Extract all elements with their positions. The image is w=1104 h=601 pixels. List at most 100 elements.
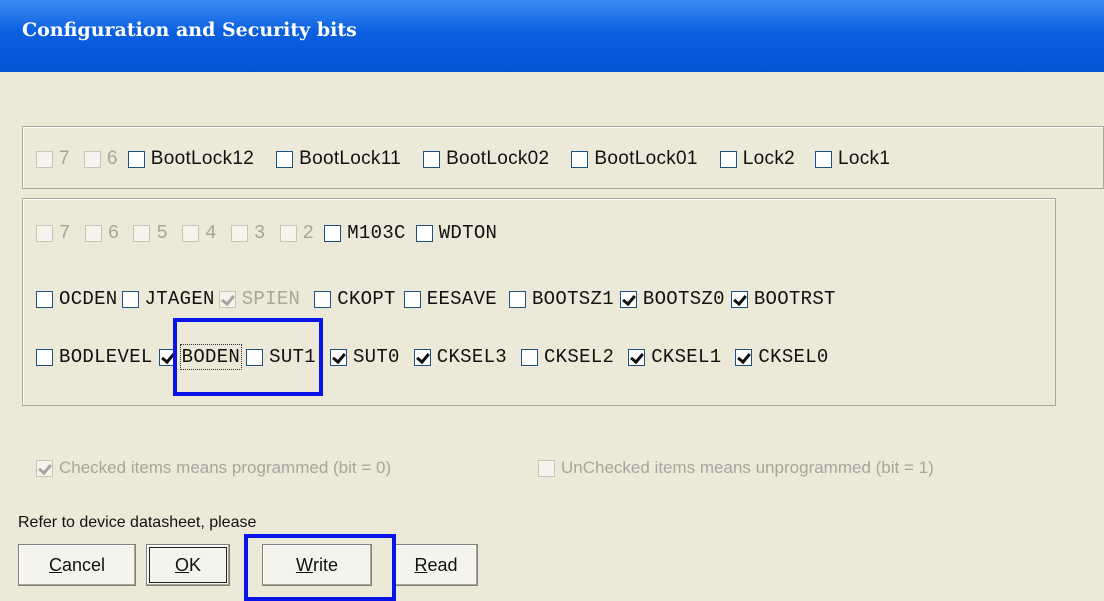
- lock-bootlock11-bit[interactable]: BootLock11: [276, 148, 401, 170]
- lock-lock1-bit[interactable]: Lock1: [814, 148, 890, 170]
- fuse-cksel1-checkbox[interactable]: [628, 348, 646, 366]
- lock-lock2-label: Lock2: [742, 148, 795, 169]
- fuse-eesave-checkbox[interactable]: [403, 290, 421, 308]
- fuse-sut1-checkbox[interactable]: [246, 348, 264, 366]
- fuse-spien-checkbox: [218, 290, 236, 308]
- fuse-4-label: 4: [205, 222, 217, 244]
- lock-7-checkbox: [36, 150, 53, 168]
- fuse-7-label: 7: [59, 222, 71, 244]
- legend-checked-checkbox: [36, 459, 53, 477]
- lock-lock2-bit[interactable]: Lock2: [719, 148, 795, 170]
- fuse-2-checkbox: [279, 224, 297, 242]
- title-bar: Configuration and Security bits: [0, 0, 1104, 72]
- lock-bootlock12-label: BootLock12: [150, 148, 255, 169]
- fuse-cksel1-bit[interactable]: CKSEL1: [628, 346, 721, 368]
- fuse-cksel3-checkbox[interactable]: [413, 348, 431, 366]
- fuse-5-bit: 5: [133, 222, 168, 244]
- fuse-bootsz0-label: BOOTSZ0: [642, 288, 725, 310]
- legend-unchecked-checkbox: [538, 459, 555, 477]
- fuse-cksel0-checkbox[interactable]: [735, 348, 753, 366]
- fuse-spien-bit: SPIEN: [218, 288, 301, 310]
- lock-lock1-checkbox[interactable]: [814, 150, 832, 168]
- lock-bootlock12-bit[interactable]: BootLock12: [127, 148, 255, 170]
- fuse-m103c-checkbox[interactable]: [324, 224, 342, 242]
- write-button[interactable]: Write: [262, 544, 372, 586]
- fuse-sut0-label: SUT0: [352, 346, 400, 368]
- fuse-cksel2-label: CKSEL2: [543, 346, 615, 368]
- fuse-cksel3-bit[interactable]: CKSEL3: [413, 346, 507, 368]
- fuse-cksel0-label: CKSEL0: [758, 346, 829, 368]
- cancel-button[interactable]: Cancel: [18, 544, 136, 586]
- fuse-7-checkbox: [36, 224, 53, 242]
- fuse-eesave-label: EESAVE: [426, 288, 497, 310]
- fuse-cksel2-bit[interactable]: CKSEL2: [520, 346, 615, 368]
- window-title: Configuration and Security bits: [22, 19, 357, 41]
- fuse-eesave-bit[interactable]: EESAVE: [403, 288, 497, 310]
- fuse-bootsz1-bit[interactable]: BOOTSZ1: [508, 288, 614, 310]
- fuse-jtagen-label: JTAGEN: [144, 288, 215, 310]
- fuse-bootsz0-bit[interactable]: BOOTSZ0: [619, 288, 725, 310]
- lock-bootlock01-checkbox[interactable]: [571, 150, 589, 168]
- read-button[interactable]: Read: [394, 544, 478, 586]
- fuse-bootrst-checkbox[interactable]: [730, 290, 748, 308]
- read-mnemonic: R: [414, 554, 428, 575]
- fuse-row-high-ext: 7 6 5 4 3 2 M103C WDTON: [36, 222, 497, 244]
- fuse-ocden-checkbox[interactable]: [36, 290, 53, 308]
- fuse-boden-label: BODEN: [179, 344, 243, 370]
- fuse-jtagen-bit[interactable]: JTAGEN: [121, 288, 215, 310]
- lock-bootlock11-checkbox[interactable]: [276, 150, 294, 168]
- lock-bootlock01-label: BootLock01: [594, 148, 698, 169]
- datasheet-note: Refer to device datasheet, please: [18, 514, 257, 531]
- fuse-wdton-bit[interactable]: WDTON: [415, 222, 498, 244]
- fuse-sut0-checkbox[interactable]: [329, 348, 347, 366]
- fuse-bodlevel-label: BODLEVEL: [59, 346, 153, 368]
- fuse-cksel0-bit[interactable]: CKSEL0: [735, 346, 828, 368]
- fuse-bodlevel-bit[interactable]: BODLEVEL: [36, 346, 153, 368]
- ok-mnemonic: O: [174, 554, 189, 575]
- fuse-ckopt-bit[interactable]: CKOPT: [314, 288, 396, 310]
- legend-unchecked-text: UnChecked items means unprogrammed (bit …: [561, 458, 934, 477]
- lock-bits-row: 7 6 BootLock12 BootLock11 BootLock02 BootLock…: [36, 148, 890, 170]
- fuse-bootrst-bit[interactable]: BOOTRST: [730, 288, 836, 310]
- fuse-jtagen-checkbox[interactable]: [121, 290, 139, 308]
- fuse-m103c-label: M103C: [347, 222, 406, 244]
- lock-bootlock12-checkbox[interactable]: [127, 150, 145, 168]
- fuse-3-bit: 3: [230, 222, 266, 244]
- cancel-label: ancel: [61, 554, 106, 575]
- fuse-bodlevel-checkbox[interactable]: [36, 348, 53, 366]
- fuse-4-checkbox: [182, 224, 200, 242]
- fuse-ckopt-checkbox[interactable]: [314, 290, 332, 308]
- fuse-m103c-bit[interactable]: M103C: [324, 222, 406, 244]
- fuse-6-checkbox: [84, 224, 102, 242]
- fuse-bootsz0-checkbox[interactable]: [619, 290, 637, 308]
- lock-bootlock01-bit[interactable]: BootLock01: [571, 148, 697, 170]
- lock-lock2-checkbox[interactable]: [719, 150, 737, 168]
- fuse-bootrst-label: BOOTRST: [753, 288, 836, 310]
- fuse-3-checkbox: [230, 224, 248, 242]
- fuse-sut1-label: SUT1: [269, 346, 316, 368]
- fuse-row-low: BODLEVEL BODEN SUT1 SUT0 CKSEL3 CKSEL2 CKSEL1 C…: [36, 344, 829, 370]
- fuse-6-label: 6: [107, 222, 120, 244]
- fuse-sut1-bit[interactable]: SUT1: [246, 346, 316, 368]
- lock-6-label: 6: [106, 148, 118, 169]
- fuse-bootsz1-checkbox[interactable]: [508, 290, 526, 308]
- lock-7-label: 7: [59, 148, 70, 169]
- lock-bootlock02-bit[interactable]: BootLock02: [423, 148, 549, 170]
- write-mnemonic: W: [295, 554, 313, 575]
- legend-checked-text: Checked items means programmed (bit = 0): [59, 458, 392, 477]
- fuse-cksel1-label: CKSEL1: [651, 346, 722, 368]
- ok-button[interactable]: OK: [146, 544, 230, 586]
- fuse-boden-bit[interactable]: BODEN: [158, 344, 243, 370]
- fuse-ocden-bit[interactable]: OCDEN: [36, 288, 118, 310]
- fuse-2-bit: 2: [279, 222, 315, 244]
- fuse-bootsz1-label: BOOTSZ1: [531, 288, 614, 310]
- fuse-spien-label: SPIEN: [241, 288, 301, 310]
- fuse-5-label: 5: [156, 222, 169, 244]
- read-label: ead: [427, 554, 458, 575]
- fuse-wdton-checkbox[interactable]: [415, 224, 433, 242]
- fuse-cksel2-checkbox[interactable]: [520, 348, 538, 366]
- fuse-boden-checkbox[interactable]: [158, 348, 176, 366]
- fuse-sut0-bit[interactable]: SUT0: [329, 346, 400, 368]
- fuse-row-high: OCDEN JTAGEN SPIEN CKOPT EESAVE BOOTSZ1 BOOTSZ…: [36, 288, 836, 310]
- lock-bootlock02-checkbox[interactable]: [423, 150, 441, 168]
